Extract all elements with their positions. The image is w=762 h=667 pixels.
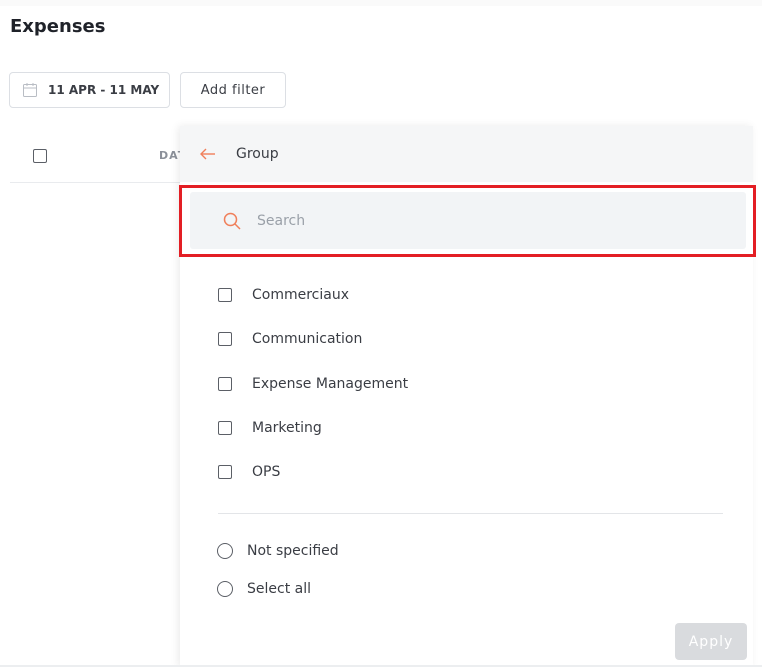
panel-header: Group [180,126,753,182]
option-commerciaux[interactable]: Commerciaux [218,287,349,303]
page-title: Expenses [10,16,106,37]
select-all-rows-checkbox[interactable] [33,149,47,163]
add-filter-button[interactable]: Add filter [180,72,286,108]
option-checkbox[interactable] [218,288,232,302]
option-label: OPS [252,464,281,480]
date-range-label: 11 APR - 11 MAY [48,83,160,97]
not-specified-radio[interactable] [217,543,233,559]
option-label: Commerciaux [252,287,350,303]
option-checkbox[interactable] [218,421,232,435]
option-marketing[interactable]: Marketing [218,420,322,436]
back-arrow-icon[interactable] [198,144,218,164]
group-filter-panel: Group Commerciaux Communication Expense … [179,126,756,667]
search-input[interactable] [255,211,699,230]
option-select-all[interactable]: Select all [217,581,311,597]
apply-button[interactable]: Apply [675,623,747,660]
option-checkbox[interactable] [218,332,232,346]
top-strip [0,0,762,6]
option-communication[interactable]: Communication [218,331,362,347]
option-label: Communication [252,331,363,347]
option-expense-management[interactable]: Expense Management [218,376,408,392]
search-field[interactable] [190,192,746,249]
date-range-button[interactable]: 11 APR - 11 MAY [9,72,170,108]
divider [218,513,723,514]
option-checkbox[interactable] [218,465,232,479]
option-checkbox[interactable] [218,377,232,391]
select-all-label: Select all [247,581,311,597]
search-icon [223,212,241,230]
option-ops[interactable]: OPS [218,464,280,480]
option-not-specified[interactable]: Not specified [217,543,339,559]
option-label: Expense Management [252,376,409,392]
option-label: Marketing [252,420,322,436]
calendar-icon [23,83,37,97]
not-specified-label: Not specified [247,543,339,559]
panel-title: Group [236,146,279,162]
select-all-radio[interactable] [217,581,233,597]
